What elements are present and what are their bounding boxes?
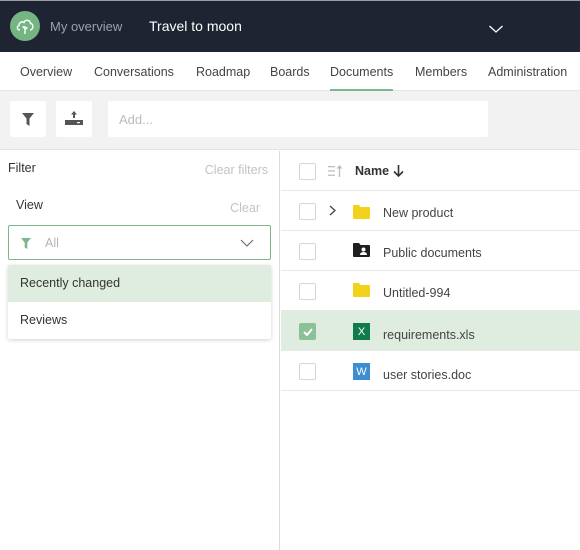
name-column-header[interactable]: Name bbox=[355, 164, 404, 178]
tab-overview[interactable]: Overview bbox=[20, 65, 72, 79]
view-select-value: All bbox=[45, 236, 59, 250]
file-list: Name New product Public documents Untitl… bbox=[281, 151, 580, 391]
chevron-down-icon bbox=[240, 239, 254, 247]
file-row[interactable]: W user stories.doc bbox=[281, 351, 580, 391]
view-dropdown: Recently changed Reviews bbox=[8, 265, 271, 339]
row-checkbox[interactable] bbox=[299, 363, 316, 380]
file-name[interactable]: Public documents bbox=[383, 246, 482, 260]
file-name[interactable]: requirements.xls bbox=[383, 328, 475, 342]
tab-roadmap[interactable]: Roadmap bbox=[196, 65, 250, 79]
dropdown-option-reviews[interactable]: Reviews bbox=[8, 302, 271, 339]
tab-boards[interactable]: Boards bbox=[270, 65, 310, 79]
my-overview-link[interactable]: My overview bbox=[50, 19, 122, 34]
excel-icon: X bbox=[353, 323, 370, 340]
add-input[interactable] bbox=[108, 101, 488, 137]
row-checkbox[interactable] bbox=[299, 323, 316, 340]
file-row[interactable]: Untitled-994 bbox=[281, 271, 580, 311]
filter-icon bbox=[22, 112, 34, 126]
file-row[interactable]: X requirements.xls bbox=[281, 311, 580, 351]
filter-icon bbox=[21, 238, 31, 249]
file-name[interactable]: Untitled-994 bbox=[383, 286, 450, 300]
file-name[interactable]: New product bbox=[383, 206, 453, 220]
tab-conversations[interactable]: Conversations bbox=[94, 65, 174, 79]
view-select[interactable]: All bbox=[8, 225, 271, 260]
folder-icon bbox=[353, 283, 370, 297]
filter-panel: Filter Clear filters View Clear All Rece… bbox=[0, 151, 280, 550]
word-badge: W bbox=[353, 363, 370, 380]
chevron-right-icon[interactable] bbox=[329, 205, 336, 216]
filter-button[interactable] bbox=[10, 101, 46, 137]
chevron-down-icon[interactable] bbox=[488, 21, 504, 33]
tab-members[interactable]: Members bbox=[415, 65, 467, 79]
tab-bar: Overview Conversations Roadmap Boards Do… bbox=[0, 52, 580, 92]
excel-badge: X bbox=[353, 323, 370, 340]
arrow-down-icon bbox=[393, 165, 404, 177]
word-icon: W bbox=[353, 363, 370, 380]
top-bar: My overview Travel to moon bbox=[0, 0, 580, 52]
clear-filters-link[interactable]: Clear filters bbox=[205, 163, 268, 177]
tab-administration[interactable]: Administration bbox=[488, 65, 567, 79]
dropdown-option-recently-changed[interactable]: Recently changed bbox=[8, 265, 271, 302]
file-name[interactable]: user stories.doc bbox=[383, 368, 471, 382]
project-title[interactable]: Travel to moon bbox=[149, 18, 242, 34]
cloud-icon[interactable] bbox=[10, 11, 40, 41]
upload-icon bbox=[65, 111, 83, 125]
select-all-checkbox[interactable] bbox=[299, 163, 316, 180]
tab-documents[interactable]: Documents bbox=[330, 65, 394, 92]
folder-icon bbox=[353, 205, 370, 219]
file-list-header: Name bbox=[281, 151, 580, 191]
name-column-label: Name bbox=[355, 164, 390, 178]
file-row[interactable]: New product bbox=[281, 191, 580, 231]
sort-icon[interactable] bbox=[328, 165, 344, 177]
shared-folder-icon bbox=[353, 243, 370, 257]
check-icon bbox=[302, 327, 313, 336]
toolbar bbox=[0, 91, 580, 150]
filter-title: Filter bbox=[8, 161, 36, 175]
file-row[interactable]: Public documents bbox=[281, 231, 580, 271]
row-checkbox[interactable] bbox=[299, 243, 316, 260]
row-checkbox[interactable] bbox=[299, 203, 316, 220]
view-label: View bbox=[16, 198, 43, 212]
upload-button[interactable] bbox=[56, 101, 92, 137]
row-checkbox[interactable] bbox=[299, 283, 316, 300]
clear-view-link[interactable]: Clear bbox=[230, 201, 260, 215]
